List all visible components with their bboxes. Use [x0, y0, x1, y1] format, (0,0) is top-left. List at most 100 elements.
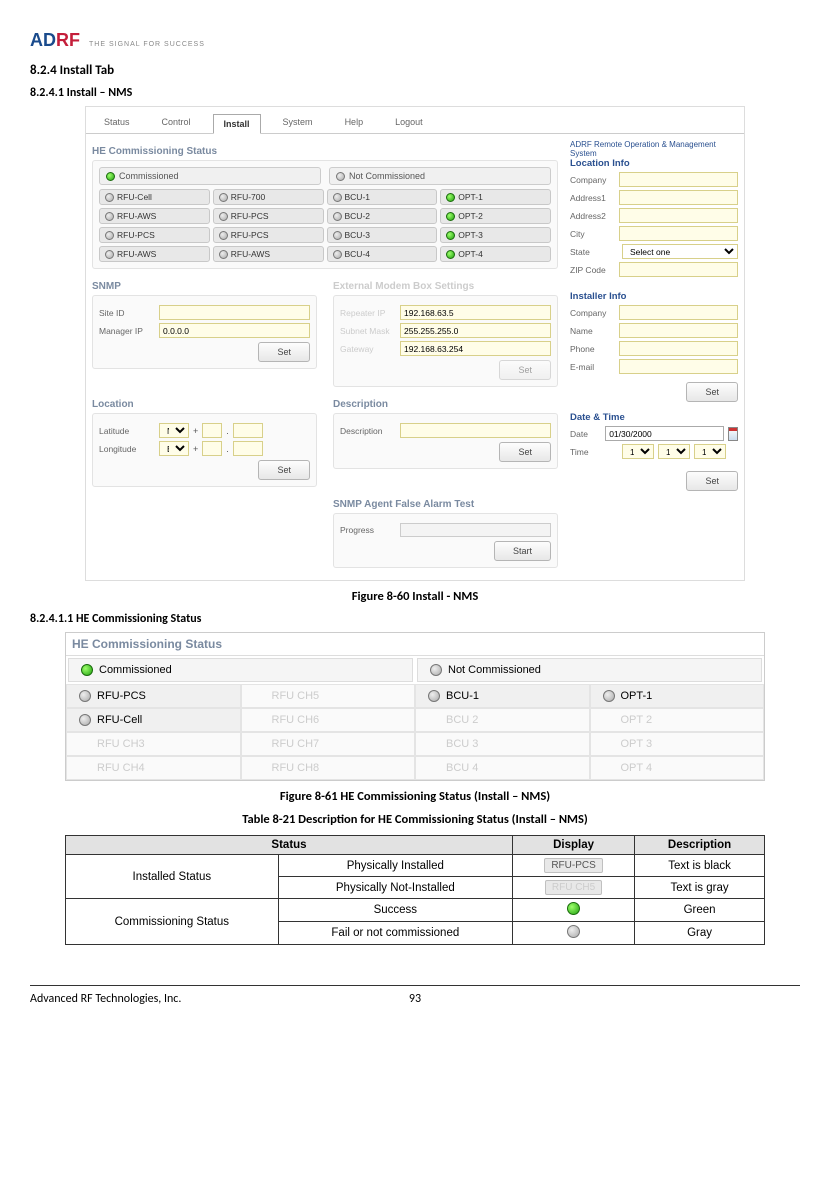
company-input[interactable]: [619, 172, 738, 187]
status-pill: RFU-AWS: [99, 208, 210, 224]
status-cell: RFU CH4: [66, 756, 241, 780]
time-sec-select[interactable]: 13: [694, 444, 726, 459]
tab-logout[interactable]: Logout: [385, 113, 433, 133]
zip-input[interactable]: [619, 262, 738, 277]
heading-install-tab: 8.2.4 Install Tab: [30, 63, 800, 78]
led-green-icon: [81, 664, 93, 676]
calendar-icon[interactable]: [728, 427, 738, 441]
lon-dir-select[interactable]: E: [159, 441, 189, 456]
description-input[interactable]: [400, 423, 551, 438]
description-title: Description: [333, 399, 558, 410]
footer-company: Advanced RF Technologies, Inc.: [30, 992, 230, 1006]
address1-input[interactable]: [619, 190, 738, 205]
tab-status[interactable]: Status: [94, 113, 140, 133]
tab-bar: Status Control Install System Help Logout: [86, 107, 744, 134]
location-info-title: Location Info: [570, 158, 738, 169]
status-cell: RFU-PCS: [66, 684, 241, 708]
not-commissioned-status: Not Commissioned: [329, 167, 551, 185]
led-icon: [79, 690, 91, 702]
status-cell: RFU CH7: [241, 732, 416, 756]
city-input[interactable]: [619, 226, 738, 241]
led-gray-icon: [219, 250, 228, 259]
lat-deg-input[interactable]: [202, 423, 222, 438]
lon-min-input[interactable]: [233, 441, 263, 456]
snmp-set-button[interactable]: Set: [258, 342, 310, 362]
he-status-title: HE Commissioning Status: [92, 146, 558, 157]
location-set-button[interactable]: Set: [258, 460, 310, 480]
tab-system[interactable]: System: [273, 113, 323, 133]
repeater-ip-input[interactable]: [400, 305, 551, 320]
subnet-mask-input[interactable]: [400, 323, 551, 338]
gateway-input[interactable]: [400, 341, 551, 356]
screenshot-he-status: HE Commissioning Status Commissioned Not…: [65, 632, 765, 781]
installer-company-input[interactable]: [619, 305, 738, 320]
status-pill: RFU-PCS: [213, 208, 324, 224]
date-input[interactable]: [605, 426, 724, 441]
tab-install[interactable]: Install: [213, 114, 261, 134]
snmp-title: SNMP: [92, 281, 317, 292]
status-cell: RFU-Cell: [66, 708, 241, 732]
site-id-input[interactable]: [159, 305, 310, 320]
led-gray-icon: [219, 212, 228, 221]
time-hour-select[interactable]: 15: [622, 444, 654, 459]
commissioned-2: Commissioned: [68, 658, 413, 682]
status-pill: RFU-AWS: [213, 246, 324, 262]
status-cell: OPT 4: [590, 756, 765, 780]
led-icon: [428, 690, 440, 702]
installer-phone-input[interactable]: [619, 341, 738, 356]
installer-name-input[interactable]: [619, 323, 738, 338]
progress-bar: [400, 523, 551, 537]
he-status-title-2: HE Commissioning Status: [66, 633, 764, 655]
led-green-icon: [446, 212, 455, 221]
status-pill: BCU-2: [327, 208, 438, 224]
th-description: Description: [635, 836, 765, 855]
lon-deg-input[interactable]: [202, 441, 222, 456]
manager-ip-input[interactable]: [159, 323, 310, 338]
modem-title: External Modem Box Settings: [333, 281, 558, 292]
led-gray-icon: [430, 664, 442, 676]
status-pill: RFU-AWS: [99, 246, 210, 262]
not-commissioned-2: Not Commissioned: [417, 658, 762, 682]
heading-install-nms: 8.2.4.1 Install – NMS: [30, 86, 800, 100]
heading-he-status: 8.2.4.1.1 HE Commissioning Status: [30, 612, 800, 626]
led-gray-icon: [105, 212, 114, 221]
status-pill: RFU-PCS: [99, 227, 210, 243]
tab-help[interactable]: Help: [335, 113, 374, 133]
sample-gray-text: RFU CH5: [545, 880, 602, 895]
led-gray-icon: [219, 193, 228, 202]
description-table: Status Display Description Installed Sta…: [65, 835, 765, 945]
led-gray-icon: [219, 231, 228, 240]
status-cell: RFU CH8: [241, 756, 416, 780]
led-gray-icon: [105, 193, 114, 202]
status-pill: OPT-1: [440, 189, 551, 205]
led-green-icon: [446, 193, 455, 202]
time-min-select[interactable]: 19: [658, 444, 690, 459]
status-cell: RFU CH6: [241, 708, 416, 732]
status-pill: OPT-3: [440, 227, 551, 243]
led-icon: [603, 690, 615, 702]
address2-input[interactable]: [619, 208, 738, 223]
status-pill: RFU-Cell: [99, 189, 210, 205]
state-select[interactable]: Select one: [622, 244, 738, 259]
led-icon: [79, 714, 91, 726]
status-pill: RFU-700: [213, 189, 324, 205]
led-gray-icon: [333, 250, 342, 259]
info-set-button[interactable]: Set: [686, 382, 738, 402]
status-pill: OPT-4: [440, 246, 551, 262]
screenshot-install-nms: Status Control Install System Help Logout HE …: [85, 106, 745, 581]
description-set-button[interactable]: Set: [499, 442, 551, 462]
status-cell: OPT 3: [590, 732, 765, 756]
tab-control[interactable]: Control: [152, 113, 201, 133]
modem-set-button[interactable]: Set: [499, 360, 551, 380]
status-cell: OPT-1: [590, 684, 765, 708]
lat-min-input[interactable]: [233, 423, 263, 438]
installer-email-input[interactable]: [619, 359, 738, 374]
th-display: Display: [513, 836, 635, 855]
status-cell: RFU CH3: [66, 732, 241, 756]
datetime-set-button[interactable]: Set: [686, 471, 738, 491]
lat-dir-select[interactable]: N: [159, 423, 189, 438]
led-gray-icon: [105, 250, 114, 259]
led-gray-icon: [333, 212, 342, 221]
right-header: ADRF Remote Operation & Management Syste…: [570, 140, 738, 158]
alarm-start-button[interactable]: Start: [494, 541, 551, 561]
